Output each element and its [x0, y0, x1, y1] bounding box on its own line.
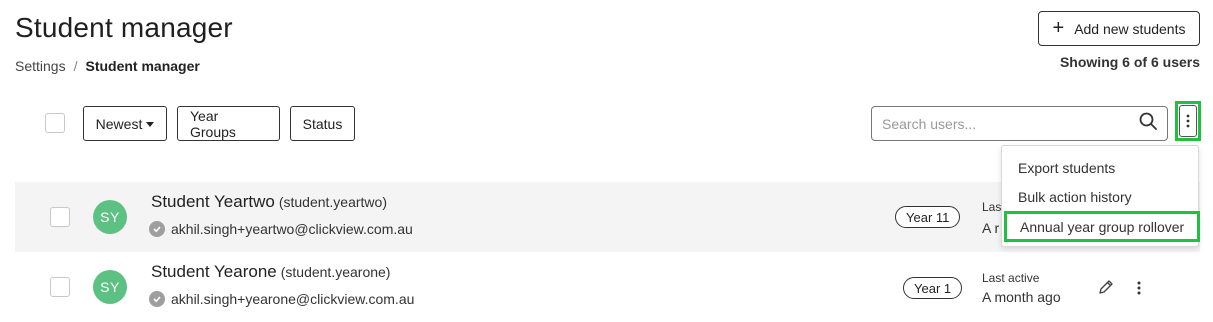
- row-checkbox[interactable]: [50, 277, 70, 297]
- student-email-line: akhil.singh+yeartwo@clickview.com.au: [149, 221, 413, 237]
- add-new-students-button[interactable]: + Add new students: [1038, 11, 1200, 46]
- page-title: Student manager: [15, 12, 233, 43]
- more-vertical-icon: [1179, 105, 1197, 137]
- more-options-menu: Export students Bulk action history Annu…: [1001, 145, 1200, 247]
- breadcrumb: Settings / Student manager: [15, 58, 200, 74]
- row-more-vertical-icon[interactable]: [1136, 280, 1142, 301]
- caret-down-icon: [146, 121, 155, 127]
- edit-pencil-icon[interactable]: [1097, 278, 1115, 301]
- status-label: Status: [302, 115, 343, 132]
- more-options-button[interactable]: [1175, 101, 1201, 141]
- student-email-line: akhil.singh+yearone@clickview.com.au: [149, 291, 414, 307]
- last-active-value: A month ago: [982, 289, 1061, 305]
- breadcrumb-current: Student manager: [85, 58, 200, 74]
- showing-count: Showing 6 of 6 users: [1059, 54, 1200, 70]
- verified-check-icon: [149, 221, 165, 237]
- year-groups-filter-button[interactable]: Year Groups: [177, 106, 280, 141]
- year-badge: Year 11: [895, 206, 961, 228]
- avatar: SY: [93, 200, 127, 234]
- search-input[interactable]: [882, 115, 1139, 132]
- sort-label: Newest: [95, 115, 143, 132]
- student-name-line: Student Yeartwo (student.yeartwo): [151, 192, 387, 212]
- student-username: (student.yearone): [280, 264, 391, 280]
- add-new-students-label: Add new students: [1074, 20, 1186, 37]
- verified-check-icon: [149, 291, 165, 307]
- last-active-value: A r: [982, 220, 1000, 236]
- breadcrumb-settings-link[interactable]: Settings: [15, 58, 66, 74]
- menu-item-annual-year-group-rollover[interactable]: Annual year group rollover: [1004, 211, 1200, 242]
- student-email: akhil.singh+yearone@clickview.com.au: [171, 291, 415, 307]
- menu-item-export-students[interactable]: Export students: [1002, 154, 1198, 182]
- status-filter-button[interactable]: Status: [290, 106, 355, 141]
- student-name-line: Student Yearone (student.yearone): [151, 262, 390, 282]
- sort-dropdown-button[interactable]: Newest: [83, 106, 167, 141]
- last-active-label: Last active: [982, 271, 1040, 285]
- student-name[interactable]: Student Yearone: [151, 262, 277, 282]
- year-groups-label: Year Groups: [190, 107, 236, 140]
- student-name[interactable]: Student Yeartwo: [151, 192, 275, 212]
- row-checkbox[interactable]: [50, 207, 70, 227]
- search-box: [871, 106, 1168, 141]
- select-all-checkbox[interactable]: [45, 113, 65, 133]
- student-username: (student.yeartwo): [278, 194, 387, 210]
- year-badge: Year 1: [903, 277, 963, 299]
- search-icon[interactable]: [1139, 112, 1157, 135]
- student-email: akhil.singh+yeartwo@clickview.com.au: [171, 221, 413, 237]
- plus-icon: +: [1052, 16, 1065, 39]
- breadcrumb-separator: /: [73, 58, 78, 74]
- menu-item-bulk-action-history[interactable]: Bulk action history: [1002, 183, 1198, 211]
